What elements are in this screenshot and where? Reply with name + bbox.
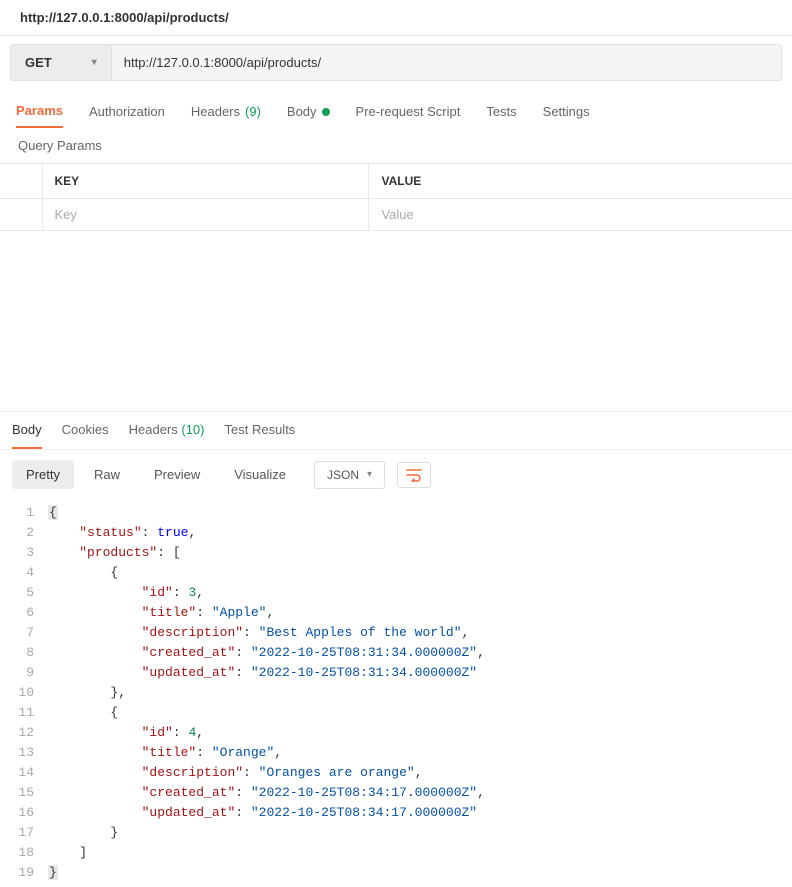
code-line: 2 "status": true,	[0, 523, 792, 543]
code-line: 15 "created_at": "2022-10-25T08:34:17.00…	[0, 783, 792, 803]
tab-body[interactable]: Body	[287, 95, 330, 128]
code-line: 8 "created_at": "2022-10-25T08:31:34.000…	[0, 643, 792, 663]
http-method-label: GET	[25, 55, 52, 70]
code-line: 17 }	[0, 823, 792, 843]
line-number: 4	[0, 563, 48, 583]
request-config-tabs: Params Authorization Headers (9) Body Pr…	[0, 95, 792, 128]
request-bar: GET ▾	[10, 44, 782, 81]
tab-authorization[interactable]: Authorization	[89, 95, 165, 128]
line-number: 19	[0, 863, 48, 883]
code-line: 12 "id": 4,	[0, 723, 792, 743]
response-format-label: JSON	[327, 468, 359, 482]
view-mode-preview[interactable]: Preview	[140, 460, 214, 489]
body-modified-dot-icon	[322, 108, 330, 116]
response-headers-label: Headers	[129, 422, 178, 437]
code-line: 10 },	[0, 683, 792, 703]
code-line: 6 "title": "Apple",	[0, 603, 792, 623]
code-line: 1{	[0, 503, 792, 523]
line-number: 2	[0, 523, 48, 543]
chevron-down-icon: ▾	[92, 57, 97, 68]
tab-headers-label: Headers	[191, 104, 240, 119]
wrap-icon	[406, 468, 422, 482]
tab-prerequest[interactable]: Pre-request Script	[356, 95, 461, 128]
line-number: 12	[0, 723, 48, 743]
line-number: 8	[0, 643, 48, 663]
line-number: 1	[0, 503, 48, 523]
line-number: 11	[0, 703, 48, 723]
params-row-checkbox[interactable]	[0, 199, 42, 231]
headers-count-badge: (9)	[245, 104, 261, 119]
line-number: 9	[0, 663, 48, 683]
line-number: 15	[0, 783, 48, 803]
request-tab-title[interactable]: http://127.0.0.1:8000/api/products/	[0, 0, 792, 36]
view-mode-raw[interactable]: Raw	[80, 460, 134, 489]
code-line: 13 "title": "Orange",	[0, 743, 792, 763]
tab-params[interactable]: Params	[16, 95, 63, 128]
code-line: 19}	[0, 863, 792, 883]
wrap-lines-button[interactable]	[397, 462, 431, 488]
code-line: 7 "description": "Best Apples of the wor…	[0, 623, 792, 643]
code-line: 14 "description": "Oranges are orange",	[0, 763, 792, 783]
tab-tests[interactable]: Tests	[486, 95, 516, 128]
response-headers-count: (10)	[181, 422, 204, 437]
code-line: 4 {	[0, 563, 792, 583]
response-toolbar: Pretty Raw Preview Visualize JSON ▾	[0, 450, 792, 499]
line-number: 10	[0, 683, 48, 703]
params-value-header: VALUE	[369, 164, 792, 199]
view-mode-pretty[interactable]: Pretty	[12, 460, 74, 489]
params-checkbox-header	[0, 164, 42, 199]
code-line: 5 "id": 3,	[0, 583, 792, 603]
table-row[interactable]: Key Value	[0, 199, 792, 231]
line-number: 17	[0, 823, 48, 843]
response-tabs: Body Cookies Headers (10) Test Results	[0, 411, 792, 450]
response-tab-headers[interactable]: Headers (10)	[129, 412, 205, 449]
response-tab-cookies[interactable]: Cookies	[62, 412, 109, 449]
view-mode-visualize[interactable]: Visualize	[220, 460, 300, 489]
chevron-down-icon: ▾	[367, 469, 372, 480]
response-tab-test-results[interactable]: Test Results	[225, 412, 296, 449]
tab-headers[interactable]: Headers (9)	[191, 95, 261, 128]
query-params-table: KEY VALUE Key Value	[0, 163, 792, 231]
code-line: 16 "updated_at": "2022-10-25T08:34:17.00…	[0, 803, 792, 823]
line-number: 13	[0, 743, 48, 763]
params-key-header: KEY	[42, 164, 369, 199]
code-line: 3 "products": [	[0, 543, 792, 563]
line-number: 6	[0, 603, 48, 623]
response-body-viewer[interactable]: 1{2 "status": true,3 "products": [4 {5 "…	[0, 499, 792, 887]
line-number: 7	[0, 623, 48, 643]
tab-body-label: Body	[287, 104, 317, 119]
line-number: 14	[0, 763, 48, 783]
line-number: 3	[0, 543, 48, 563]
response-format-select[interactable]: JSON ▾	[314, 461, 385, 489]
params-value-input[interactable]: Value	[369, 199, 792, 231]
params-key-input[interactable]: Key	[42, 199, 369, 231]
line-number: 5	[0, 583, 48, 603]
query-params-label: Query Params	[0, 128, 792, 163]
line-number: 16	[0, 803, 48, 823]
line-number: 18	[0, 843, 48, 863]
code-line: 11 {	[0, 703, 792, 723]
http-method-select[interactable]: GET ▾	[11, 45, 112, 80]
request-url-input[interactable]	[112, 45, 781, 80]
tab-settings[interactable]: Settings	[543, 95, 590, 128]
code-line: 18 ]	[0, 843, 792, 863]
response-tab-body[interactable]: Body	[12, 412, 42, 449]
code-line: 9 "updated_at": "2022-10-25T08:31:34.000…	[0, 663, 792, 683]
